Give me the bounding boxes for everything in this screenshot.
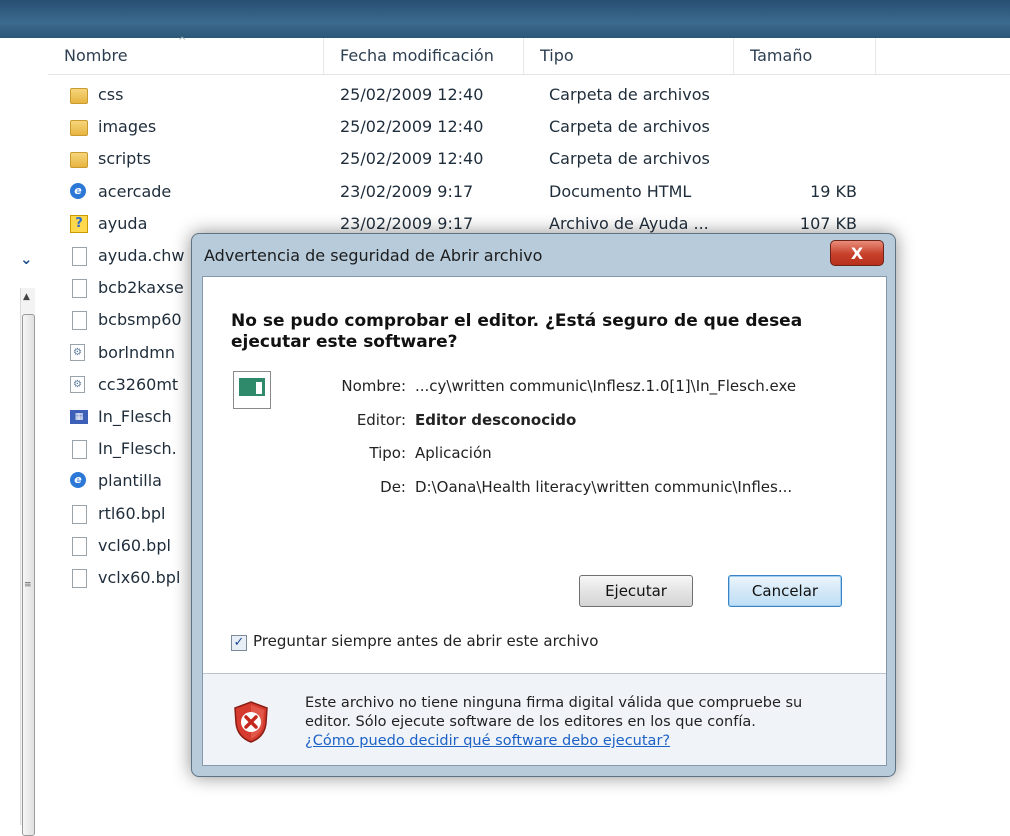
warning-line-2: editor. Sólo ejecute software de los edi… [305,714,756,730]
column-header-name[interactable]: Nombre ^ [48,36,324,74]
file-type: Carpeta de archivos [549,149,710,169]
always-ask-label[interactable]: Preguntar siempre antes de abrir este ar… [253,632,598,650]
folder-icon [70,120,88,137]
column-name-label: Nombre [64,46,128,65]
help-link[interactable]: ¿Cómo puedo decidir qué software debo ej… [305,732,865,751]
window-titlebar [0,0,1010,38]
sort-ascending-icon: ^ [178,36,187,47]
run-button[interactable]: Ejecutar [579,575,693,607]
file-name: images [98,117,157,137]
file-name: scripts [98,149,151,169]
file-name: ayuda [98,213,148,233]
file-name: ayuda.chw [98,246,185,265]
file-name: In_Flesch. [98,439,177,459]
file-row[interactable]: css 25/02/2009 12:40 Carpeta de archivos [48,80,1010,110]
file-type: Carpeta de archivos [549,117,710,137]
html-file-icon: e [70,182,86,199]
file-name: vcl60.bpl [98,535,171,555]
scroll-grip-icon: ≡ [24,580,32,590]
file-name: borlndmn [98,342,175,362]
warning-line-1: Este archivo no tiene ninguna firma digi… [305,695,803,711]
file-icon [72,279,87,299]
checkmark-icon: ✓ [233,635,245,650]
column-date-label: Fecha modificación [340,46,494,65]
security-shield-icon [234,701,268,743]
file-icon [72,247,87,266]
file-size: 19 KB [810,181,857,201]
dll-file-icon: ⚙ [70,375,85,393]
file-icon [72,536,87,556]
file-date: 25/02/2009 12:40 [340,149,484,169]
folder-icon [70,88,88,104]
warning-text: Este archivo no tiene ninguna firma digi… [305,694,865,751]
close-button[interactable]: X [830,240,884,266]
file-row[interactable]: scripts 25/02/2009 12:40 Carpeta de archiv… [48,144,1010,174]
column-size-label: Tamaño [750,46,813,65]
type-value: Aplicación [415,444,492,462]
file-type: Carpeta de archivos [549,85,710,104]
file-name: In_Flesch [98,407,172,426]
chevron-down-icon[interactable]: ⌄ [20,250,33,268]
file-type: Documento HTML [549,181,692,201]
file-row[interactable]: e acercade 23/02/2009 9:17 Documento HTML 19… [48,177,1010,207]
dialog-body: No se pudo comprobar el editor. ¿Está se… [202,276,887,766]
column-type-label: Tipo [540,46,574,65]
column-header-bar: Nombre ^ Fecha modificación Tipo Tamaño [48,36,1010,75]
navigation-scrollbar[interactable]: ▲ ≡ [20,288,35,836]
scrollbar-thumb[interactable] [22,314,35,836]
dll-file-icon: ⚙ [70,343,85,361]
scroll-up-arrow-icon[interactable]: ▲ [23,292,30,302]
file-name: bcb2kaxse [98,278,184,298]
column-header-date[interactable]: Fecha modificación [324,38,524,74]
cancel-button[interactable]: Cancelar [728,575,842,607]
file-icon [72,440,87,460]
close-icon: X [850,244,864,263]
file-icon [72,311,87,331]
name-value: ...cy\written communic\Inflesz.1.0[1]\In… [415,377,797,395]
file-name: css [98,85,124,104]
always-ask-checkbox[interactable]: ✓ [231,635,247,651]
warning-area: Este archivo no tiene ninguna firma digi… [203,674,886,765]
type-label: Tipo: [369,444,406,462]
dialog-title: Advertencia de seguridad de Abrir archiv… [204,246,543,265]
editor-value: Editor desconocido [415,411,577,429]
file-date: 25/02/2009 12:40 [340,117,484,137]
file-date: 23/02/2009 9:17 [340,181,474,201]
file-name: acercade [98,181,172,201]
exe-file-icon: ▦ [70,410,88,424]
from-value: D:\Oana\Health literacy\written communic… [415,478,793,496]
file-name: bcbsmp60 [98,310,182,330]
file-name: vclx60.bpl [98,568,181,587]
file-date: 25/02/2009 12:40 [340,85,484,104]
file-row[interactable]: images 25/02/2009 12:40 Carpeta de archivo… [48,112,1010,142]
column-header-size[interactable]: Tamaño [734,38,876,74]
file-icon [72,504,87,524]
from-label: De: [380,478,406,496]
html-file-icon: e [70,472,86,489]
file-name: plantilla [98,471,162,491]
editor-label: Editor: [356,411,406,429]
dialog-heading: No se pudo comprobar el editor. ¿Está se… [231,311,803,352]
file-icon [72,569,87,588]
file-name: cc3260mt [98,374,179,394]
security-warning-dialog: Advertencia de seguridad de Abrir archiv… [191,233,896,777]
help-file-icon: ? [70,214,88,233]
file-name: rtl60.bpl [98,503,166,523]
application-icon [233,371,271,409]
name-label: Nombre: [341,377,406,395]
folder-icon [70,152,88,169]
column-header-type[interactable]: Tipo [524,38,734,74]
